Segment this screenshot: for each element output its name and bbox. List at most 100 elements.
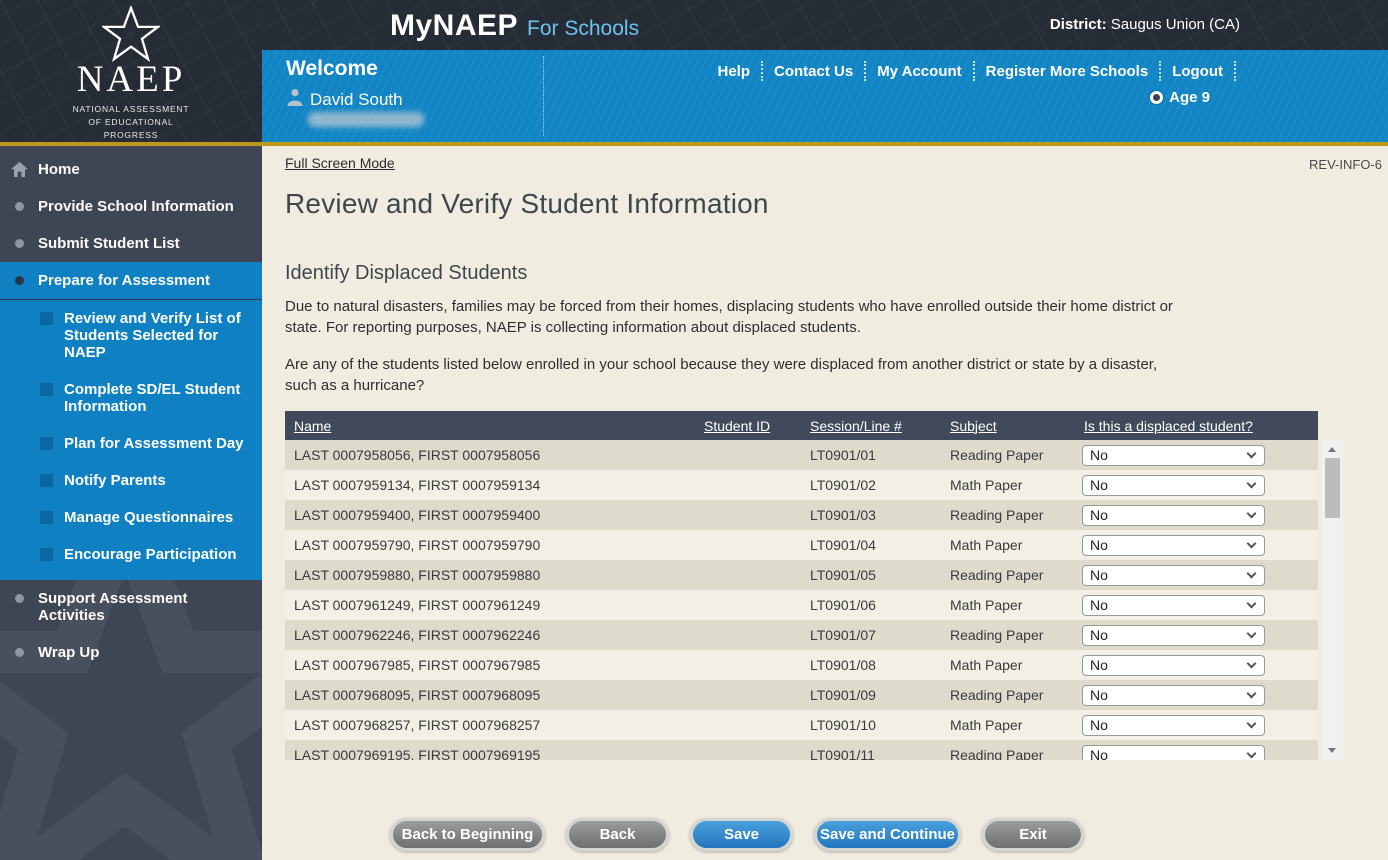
column-header-session-line[interactable]: Session/Line # (801, 418, 941, 434)
table-row: LAST 0007961249, FIRST 0007961249LT0901/… (285, 590, 1318, 620)
cell-session-line: LT0901/03 (801, 507, 941, 523)
cell-name: LAST 0007959880, FIRST 0007959880 (285, 567, 695, 583)
sidebar-item-manage-questionnaires[interactable]: Manage Questionnaires (0, 499, 262, 536)
action-buttons: Back to Beginning Back Save Save and Con… (390, 818, 1084, 851)
displaced-select[interactable]: No (1082, 625, 1265, 646)
menu-link-contact-us[interactable]: Contact Us (774, 63, 853, 80)
cell-name: LAST 0007959400, FIRST 0007959400 (285, 507, 695, 523)
cell-session-line: LT0901/06 (801, 597, 941, 613)
chevron-down-icon (1247, 718, 1257, 728)
page-code: REV-INFO-6 (1309, 157, 1382, 172)
displaced-select-value: No (1090, 447, 1108, 463)
chevron-down-icon (1247, 538, 1257, 548)
column-header-displaced[interactable]: Is this a displaced student? (1075, 418, 1318, 434)
displaced-select[interactable]: No (1082, 685, 1265, 706)
displaced-select-value: No (1090, 567, 1108, 583)
cell-name: LAST 0007967985, FIRST 0007967985 (285, 657, 695, 673)
scroll-up-icon[interactable] (1328, 447, 1336, 452)
gold-accent-line (0, 142, 1388, 146)
full-screen-mode-link[interactable]: Full Screen Mode (285, 155, 395, 171)
student-table: Name Student ID Session/Line # Subject I… (285, 411, 1318, 760)
sidebar-item-home[interactable]: Home (0, 151, 262, 188)
table-row: LAST 0007967985, FIRST 0007967985LT0901/… (285, 650, 1318, 680)
banner-divider (543, 56, 544, 136)
displaced-select[interactable]: No (1082, 655, 1265, 676)
cell-displaced: No (1075, 685, 1318, 706)
sidebar-item-plan-for-assessment-day[interactable]: Plan for Assessment Day (0, 425, 262, 462)
displaced-select[interactable]: No (1082, 715, 1265, 736)
menu-link-register-more-schools[interactable]: Register More Schools (986, 63, 1149, 80)
displaced-select-value: No (1090, 627, 1108, 643)
sidebar-nav: Home Provide School Information Submit S… (0, 146, 262, 860)
displaced-select[interactable]: No (1082, 745, 1265, 761)
displaced-select-value: No (1090, 507, 1108, 523)
sidebar-item-submit-student-list[interactable]: Submit Student List (0, 225, 262, 262)
cell-subject: Reading Paper (941, 567, 1075, 583)
menu-link-help[interactable]: Help (717, 63, 750, 80)
chevron-down-icon (1247, 628, 1257, 638)
displaced-select-value: No (1090, 537, 1108, 553)
column-header-subject[interactable]: Subject (941, 418, 1075, 434)
chevron-down-icon (1247, 448, 1257, 458)
back-button[interactable]: Back (566, 818, 669, 851)
sidebar-item-prepare-for-assessment[interactable]: Prepare for Assessment (0, 262, 262, 299)
menu-separator (761, 61, 763, 81)
displaced-select-value: No (1090, 477, 1108, 493)
sidebar-item-complete-sdel-information[interactable]: Complete SD/EL Student Information (0, 371, 262, 425)
student-table-header: Name Student ID Session/Line # Subject I… (285, 411, 1318, 440)
cell-name: LAST 0007968257, FIRST 0007968257 (285, 717, 695, 733)
top-bar: MyNAEPFor Schools District: Saugus Union… (262, 0, 1388, 50)
sidebar-item-wrap-up[interactable]: Wrap Up (0, 634, 262, 671)
cell-displaced: No (1075, 535, 1318, 556)
table-row: LAST 0007969195, FIRST 0007969195LT0901/… (285, 740, 1318, 760)
logo-subtext: NATIONAL ASSESSMENT OF EDUCATIONAL PROGR… (0, 103, 262, 141)
cell-displaced: No (1075, 625, 1318, 646)
mynaep-app: MyNAEPFor Schools District: Saugus Union… (0, 0, 1388, 860)
district-value: Saugus Union (CA) (1111, 16, 1240, 33)
sidebar-item-encourage-participation[interactable]: Encourage Participation (0, 536, 262, 573)
page-title: Review and Verify Student Information (285, 188, 1388, 220)
intro-paragraph: Due to natural disasters, families may b… (285, 296, 1190, 338)
age-filter[interactable]: Age 9 (1150, 89, 1210, 106)
menu-link-my-account[interactable]: My Account (877, 63, 961, 80)
save-and-continue-button[interactable]: Save and Continue (814, 818, 961, 851)
scroll-down-icon[interactable] (1328, 748, 1336, 753)
sidebar-item-provide-school-information[interactable]: Provide School Information (0, 188, 262, 225)
menu-link-logout[interactable]: Logout (1172, 63, 1223, 80)
displaced-select[interactable]: No (1082, 565, 1265, 586)
sidebar-item-review-and-verify[interactable]: Review and Verify List of Students Selec… (0, 300, 262, 371)
table-row: LAST 0007959400, FIRST 0007959400 LT0901/… (285, 500, 1318, 530)
cell-displaced: No (1075, 595, 1318, 616)
question-paragraph: Are any of the students listed below enr… (285, 354, 1190, 396)
displaced-select[interactable]: No (1082, 445, 1265, 466)
exit-button[interactable]: Exit (982, 818, 1084, 851)
table-row: LAST 0007959880, FIRST 0007959880LT0901/… (285, 560, 1318, 590)
column-header-student-id[interactable]: Student ID (695, 418, 801, 434)
app-name: MyNAEP (390, 9, 518, 42)
chevron-down-icon (1247, 748, 1257, 758)
cell-name: LAST 0007959790, FIRST 0007959790 (285, 537, 695, 553)
column-header-name[interactable]: Name (285, 418, 695, 434)
main-content: Full Screen Mode REV-INFO-6 Review and V… (262, 146, 1388, 860)
cell-subject: Reading Paper (941, 507, 1075, 523)
sidebar-item-label: Plan for Assessment Day (64, 435, 244, 452)
sidebar-item-support-assessment-activities[interactable]: Support Assessment Activities (0, 580, 262, 634)
save-button[interactable]: Save (690, 818, 793, 851)
cell-session-line: LT0901/01 (801, 447, 941, 463)
displaced-select[interactable]: No (1082, 505, 1265, 526)
radio-selected-icon (1150, 91, 1163, 104)
district-label: District: Saugus Union (CA) (1050, 16, 1240, 33)
header-menu: Help Contact Us My Account Register More Sc… (717, 61, 1247, 81)
sidebar-item-label: Home (38, 161, 80, 178)
sidebar-section-prepare-for-assessment: Prepare for Assessment Review and Verify… (0, 262, 262, 580)
cell-displaced: No (1075, 505, 1318, 526)
table-scrollbar[interactable] (1322, 440, 1343, 760)
displaced-select[interactable]: No (1082, 535, 1265, 556)
back-to-beginning-button[interactable]: Back to Beginning (390, 818, 545, 851)
scrollbar-thumb[interactable] (1325, 458, 1340, 518)
sidebar-item-notify-parents[interactable]: Notify Parents (0, 462, 262, 499)
displaced-select[interactable]: No (1082, 595, 1265, 616)
cell-name: LAST 0007969195, FIRST 0007969195 (285, 747, 695, 760)
chevron-down-icon (1247, 658, 1257, 668)
displaced-select[interactable]: No (1082, 475, 1265, 496)
